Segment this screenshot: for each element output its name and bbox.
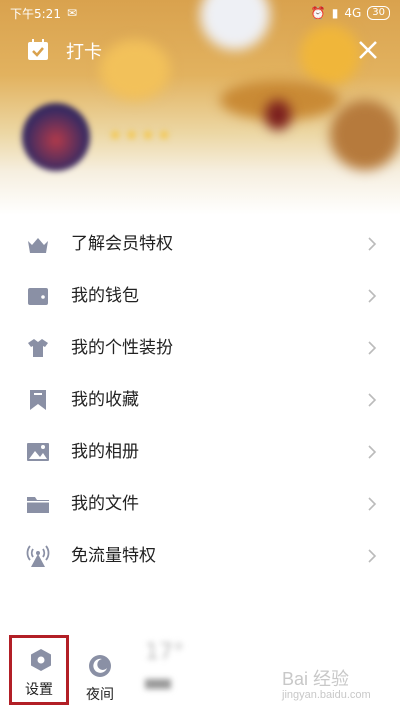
menu-item-label: 我的收藏 <box>71 390 139 410</box>
watermark: Bai 经验 jingyan.baidu.com <box>282 665 371 701</box>
signal-tower-icon <box>26 545 50 567</box>
signal-icon: ▮ <box>331 6 339 20</box>
menu-item-theme[interactable]: 我的个性装扮 <box>0 322 400 374</box>
menu-item-label: 我的相册 <box>71 442 139 462</box>
settings-hex-icon <box>31 649 51 671</box>
menu-item-album[interactable]: 我的相册 <box>0 426 400 478</box>
night-label: 夜间 <box>86 687 114 703</box>
status-time: 下午5:21 <box>10 6 61 21</box>
level-stars: ★★★★ <box>108 125 174 144</box>
top-bar: 打卡 <box>0 30 400 70</box>
menu-item-label: 我的文件 <box>71 494 139 514</box>
wallet-icon <box>28 288 48 305</box>
bookmark-icon <box>30 390 46 410</box>
calendar-check-icon[interactable] <box>26 38 50 62</box>
menu-item-label: 我的钱包 <box>71 286 139 306</box>
settings-label: 设置 <box>25 682 53 698</box>
weather-city <box>145 679 171 689</box>
menu-item-favorites[interactable]: 我的收藏 <box>0 374 400 426</box>
battery-indicator: 30 <box>367 6 390 20</box>
chevron-right-icon <box>368 289 377 303</box>
chevron-right-icon <box>368 341 377 355</box>
drawer-menu: 了解会员特权 我的钱包 我的个性装扮 我的收藏 我的相册 我的文件 免流量特权 <box>0 218 400 582</box>
menu-item-label: 了解会员特权 <box>71 234 173 254</box>
bottom-bar: 设置 夜间 17° Bai 经验 jingyan.baidu.com <box>0 630 400 711</box>
chevron-right-icon <box>368 237 377 251</box>
message-icon: ✉ <box>66 6 78 20</box>
settings-button[interactable]: 设置 <box>9 635 69 705</box>
profile-area[interactable]: ★★★★ <box>22 95 372 175</box>
night-mode-button[interactable]: 夜间 <box>80 640 120 705</box>
menu-item-label: 我的个性装扮 <box>71 338 173 358</box>
chevron-right-icon <box>368 445 377 459</box>
weather-widget[interactable]: 17° <box>145 640 205 695</box>
chevron-right-icon <box>368 497 377 511</box>
network-type: 4G <box>344 6 362 20</box>
chevron-right-icon <box>368 393 377 407</box>
menu-item-vip[interactable]: 了解会员特权 <box>0 218 400 270</box>
menu-item-wallet[interactable]: 我的钱包 <box>0 270 400 322</box>
moon-icon <box>89 655 111 677</box>
watermark-text: Bai 经验 <box>282 669 350 689</box>
image-icon <box>27 443 49 461</box>
weather-temp: 17° <box>145 640 184 665</box>
checkin-title[interactable]: 打卡 <box>66 38 102 64</box>
watermark-sub: jingyan.baidu.com <box>282 689 371 701</box>
chevron-right-icon <box>368 549 377 563</box>
avatar[interactable] <box>22 103 90 171</box>
alarm-icon: ⏰ <box>310 6 326 20</box>
menu-item-free-data[interactable]: 免流量特权 <box>0 530 400 582</box>
close-icon[interactable] <box>356 38 380 62</box>
crown-icon <box>28 238 48 253</box>
menu-item-label: 免流量特权 <box>71 546 156 566</box>
folder-icon <box>27 497 49 513</box>
menu-item-files[interactable]: 我的文件 <box>0 478 400 530</box>
status-bar: 下午5:21 ✉ ⏰ ▮ 4G 30 <box>0 0 400 26</box>
shirt-icon <box>28 339 48 357</box>
